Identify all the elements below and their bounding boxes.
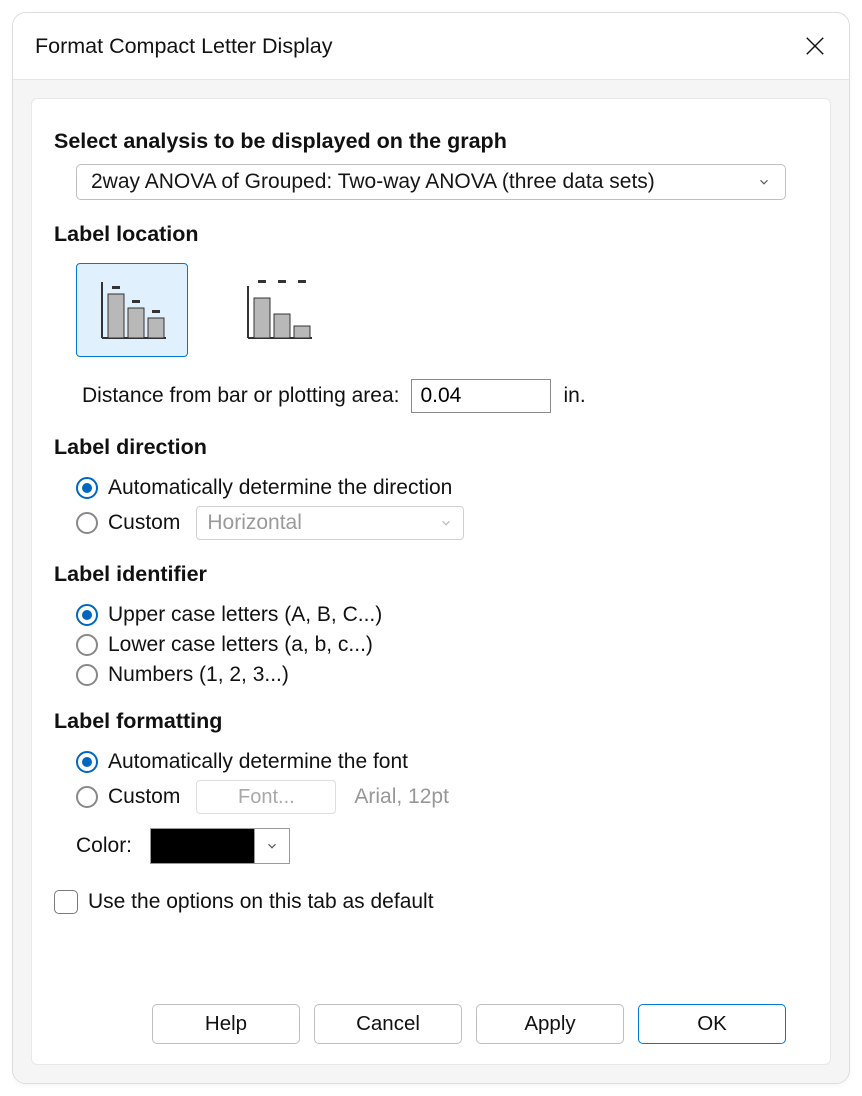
formatting-heading: Label formatting bbox=[54, 709, 786, 734]
dialog-body-background: Select analysis to be displayed on the g… bbox=[13, 80, 849, 1083]
color-picker[interactable] bbox=[150, 828, 290, 864]
dialog-panel: Select analysis to be displayed on the g… bbox=[31, 98, 831, 1065]
direction-custom-radio[interactable] bbox=[76, 512, 98, 534]
identifier-numbers-row: Numbers (1, 2, 3...) bbox=[76, 663, 786, 687]
font-preview: Arial, 12pt bbox=[354, 785, 449, 809]
bar-chart-outside-icon bbox=[238, 276, 318, 344]
identifier-upper-label: Upper case letters (A, B, C...) bbox=[108, 603, 382, 627]
identifier-upper-row: Upper case letters (A, B, C...) bbox=[76, 603, 786, 627]
chevron-down-icon bbox=[439, 516, 453, 530]
help-button-label: Help bbox=[205, 1012, 247, 1036]
analysis-heading: Select analysis to be displayed on the g… bbox=[54, 129, 786, 154]
identifier-heading: Label identifier bbox=[54, 562, 786, 587]
distance-unit: in. bbox=[563, 384, 585, 408]
titlebar: Format Compact Letter Display bbox=[13, 13, 849, 79]
distance-row: Distance from bar or plotting area: in. bbox=[82, 379, 786, 413]
apply-button[interactable]: Apply bbox=[476, 1004, 624, 1044]
direction-custom-label: Custom bbox=[108, 511, 180, 535]
ok-button[interactable]: OK bbox=[638, 1004, 786, 1044]
location-options bbox=[76, 263, 786, 357]
direction-auto-row: Automatically determine the direction bbox=[76, 476, 786, 500]
direction-custom-select[interactable]: Horizontal bbox=[196, 506, 464, 540]
identifier-lower-row: Lower case letters (a, b, c...) bbox=[76, 633, 786, 657]
direction-custom-value: Horizontal bbox=[207, 511, 302, 535]
dialog-title: Format Compact Letter Display bbox=[35, 34, 333, 59]
formatting-auto-radio[interactable] bbox=[76, 751, 98, 773]
default-row: Use the options on this tab as default bbox=[54, 890, 786, 914]
analysis-select[interactable]: 2way ANOVA of Grouped: Two-way ANOVA (th… bbox=[76, 164, 786, 200]
formatting-custom-row: Custom Font... Arial, 12pt bbox=[76, 780, 786, 814]
direction-auto-radio[interactable] bbox=[76, 477, 98, 499]
bar-chart-inside-icon bbox=[92, 276, 172, 344]
cancel-button-label: Cancel bbox=[356, 1012, 420, 1036]
location-option-inside[interactable] bbox=[76, 263, 188, 357]
identifier-numbers-radio[interactable] bbox=[76, 664, 98, 686]
distance-label: Distance from bar or plotting area: bbox=[82, 384, 399, 408]
default-label: Use the options on this tab as default bbox=[88, 890, 434, 914]
location-heading: Label location bbox=[54, 222, 786, 247]
color-swatch bbox=[151, 829, 255, 863]
close-icon[interactable] bbox=[803, 34, 827, 58]
identifier-lower-radio[interactable] bbox=[76, 634, 98, 656]
cancel-button[interactable]: Cancel bbox=[314, 1004, 462, 1044]
chevron-down-icon bbox=[757, 175, 771, 189]
default-checkbox[interactable] bbox=[54, 890, 78, 914]
analysis-select-value: 2way ANOVA of Grouped: Two-way ANOVA (th… bbox=[91, 170, 655, 194]
color-chevron bbox=[255, 829, 289, 863]
location-option-outside[interactable] bbox=[222, 263, 334, 357]
direction-auto-label: Automatically determine the direction bbox=[108, 476, 452, 500]
ok-button-label: OK bbox=[697, 1012, 727, 1036]
formatting-custom-label: Custom bbox=[108, 785, 180, 809]
formatting-custom-radio[interactable] bbox=[76, 786, 98, 808]
identifier-lower-label: Lower case letters (a, b, c...) bbox=[108, 633, 373, 657]
direction-custom-row: Custom Horizontal bbox=[76, 506, 786, 540]
font-button-label: Font... bbox=[238, 786, 295, 809]
chevron-down-icon bbox=[265, 839, 279, 853]
button-bar: Help Cancel Apply OK bbox=[76, 978, 786, 1044]
apply-button-label: Apply bbox=[524, 1012, 575, 1036]
help-button[interactable]: Help bbox=[152, 1004, 300, 1044]
identifier-upper-radio[interactable] bbox=[76, 604, 98, 626]
formatting-auto-label: Automatically determine the font bbox=[108, 750, 408, 774]
dialog-window: Format Compact Letter Display Select ana… bbox=[12, 12, 850, 1084]
color-row: Color: bbox=[76, 828, 786, 864]
distance-input[interactable] bbox=[411, 379, 551, 413]
formatting-auto-row: Automatically determine the font bbox=[76, 750, 786, 774]
direction-heading: Label direction bbox=[54, 435, 786, 460]
color-label: Color: bbox=[76, 834, 132, 858]
identifier-numbers-label: Numbers (1, 2, 3...) bbox=[108, 663, 289, 687]
font-button[interactable]: Font... bbox=[196, 780, 336, 814]
